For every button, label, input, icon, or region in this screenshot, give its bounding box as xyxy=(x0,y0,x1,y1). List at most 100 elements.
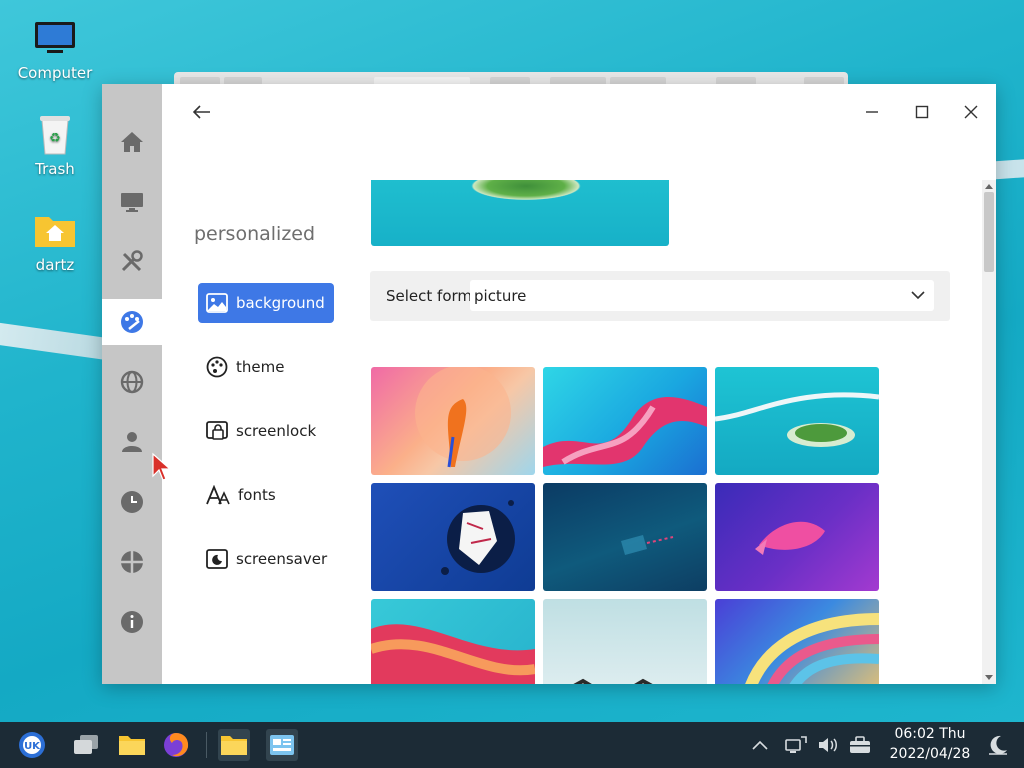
taskbar-open-settings[interactable] xyxy=(266,729,298,761)
volume-icon xyxy=(819,738,837,752)
close-button[interactable] xyxy=(957,98,985,126)
taskbar-firefox[interactable] xyxy=(160,729,192,761)
category-rail xyxy=(102,84,162,684)
firefox-icon xyxy=(164,733,189,757)
taskbar-open-files[interactable] xyxy=(218,729,250,761)
chevron-up-icon xyxy=(752,740,768,750)
rail-item-home[interactable] xyxy=(102,119,162,165)
nav-item-label: theme xyxy=(236,358,285,376)
nav-item-background[interactable]: background xyxy=(198,283,334,323)
settings-app-icon xyxy=(270,735,294,755)
maximize-button[interactable] xyxy=(908,98,936,126)
nav-item-label: background xyxy=(236,294,325,312)
user-icon xyxy=(122,432,142,452)
select-form-label: Select form xyxy=(386,287,473,305)
tray-expand-button[interactable] xyxy=(744,729,776,761)
scroll-down-icon[interactable] xyxy=(985,675,993,680)
scroll-thumb[interactable] xyxy=(984,192,994,272)
clock-date: 2022/04/28 xyxy=(889,746,971,762)
start-menu-button[interactable]: UK xyxy=(16,729,48,761)
taskbar-separator xyxy=(206,732,207,758)
desktop-icon-computer[interactable]: Computer xyxy=(10,12,100,82)
mouse-cursor-icon xyxy=(152,452,172,481)
desktop-icon-trash[interactable]: ♻ Trash xyxy=(10,108,100,178)
rail-item-network[interactable] xyxy=(102,359,162,405)
tray-night-mode-button[interactable] xyxy=(982,729,1014,761)
info-icon xyxy=(121,611,143,633)
back-button[interactable] xyxy=(188,98,216,126)
chevron-down-icon xyxy=(911,291,925,300)
select-form-row: Select form picture xyxy=(370,271,950,321)
minimize-button[interactable] xyxy=(858,98,886,126)
home-icon xyxy=(121,132,143,152)
taskbar-multitask-button[interactable] xyxy=(70,729,102,761)
taskbar-file-manager[interactable] xyxy=(116,729,148,761)
clock-time: 06:02 Thu xyxy=(894,726,966,742)
close-icon xyxy=(964,105,978,119)
maximize-icon xyxy=(915,105,929,119)
launcher-icon: UK xyxy=(19,732,45,758)
nav-item-label: fonts xyxy=(238,486,276,504)
desktop-icon-label: dartz xyxy=(35,256,75,274)
folder-icon xyxy=(119,736,145,755)
globe-icon xyxy=(120,370,144,394)
nav-item-screenlock[interactable]: screenlock xyxy=(198,411,334,451)
display-icon xyxy=(121,193,143,212)
network-status-icon xyxy=(785,736,807,753)
settings-window: personalized background theme screenlock… xyxy=(102,84,996,684)
nav-item-theme[interactable]: theme xyxy=(198,347,334,387)
scroll-up-icon[interactable] xyxy=(985,184,993,189)
wallpaper-thumbnail[interactable] xyxy=(543,367,707,475)
desktop-icon-label: Computer xyxy=(17,64,93,82)
wallpaper-thumbnail[interactable] xyxy=(715,483,879,591)
rail-item-tools[interactable] xyxy=(102,239,162,285)
svg-text:♻: ♻ xyxy=(49,131,61,146)
screenlock-icon xyxy=(206,421,228,440)
nav-item-label: screensaver xyxy=(236,550,328,568)
rail-item-update[interactable] xyxy=(102,539,162,585)
section-title: personalized xyxy=(194,223,316,245)
palette-icon xyxy=(121,311,143,333)
tray-volume-button[interactable] xyxy=(812,729,844,761)
network-icon xyxy=(121,551,143,573)
wallpaper-thumbnail[interactable] xyxy=(715,599,879,684)
tray-briefcase-button[interactable] xyxy=(844,729,876,761)
tray-network-button[interactable] xyxy=(780,729,812,761)
background-settings-panel: Select form picture xyxy=(370,180,982,684)
wallpaper-thumbnail[interactable] xyxy=(371,367,535,475)
nav-item-screensaver[interactable]: screensaver xyxy=(198,539,334,579)
back-arrow-icon xyxy=(193,105,210,119)
svg-text:UK: UK xyxy=(24,741,41,752)
clock-icon xyxy=(121,491,143,513)
content-scrollbar[interactable] xyxy=(982,180,996,684)
nav-item-fonts[interactable]: fonts xyxy=(198,475,334,515)
desktop-icon-home[interactable]: dartz xyxy=(10,204,100,274)
font-icon xyxy=(206,485,230,505)
rail-item-personalization[interactable] xyxy=(102,299,162,345)
rail-item-datetime[interactable] xyxy=(102,479,162,525)
taskbar: UK 06:02 Thu 2022/04/28 xyxy=(0,722,1024,768)
rail-item-display[interactable] xyxy=(102,179,162,225)
wallpaper-thumbnail[interactable] xyxy=(543,599,707,684)
rail-item-about[interactable] xyxy=(102,599,162,645)
moon-icon xyxy=(989,735,1007,755)
screensaver-icon xyxy=(206,549,228,569)
desktop-wallpaper-bridge xyxy=(0,321,111,361)
desktop-wallpaper-bridge xyxy=(993,158,1024,180)
window-switch-icon xyxy=(74,735,98,754)
desktop-icon-label: Trash xyxy=(35,160,75,178)
home-folder-icon xyxy=(10,204,100,256)
wallpaper-thumbnail[interactable] xyxy=(371,599,535,684)
select-form-dropdown[interactable]: picture xyxy=(470,280,934,311)
minimize-icon xyxy=(866,111,878,113)
palette-icon xyxy=(206,356,228,378)
trash-icon: ♻ xyxy=(10,108,100,160)
monitor-icon xyxy=(10,12,100,64)
taskbar-clock[interactable]: 06:02 Thu 2022/04/28 xyxy=(884,724,976,764)
current-wallpaper-preview xyxy=(371,180,669,246)
wallpaper-thumbnail[interactable] xyxy=(543,483,707,591)
tools-icon xyxy=(121,250,143,272)
select-form-value: picture xyxy=(474,287,527,305)
wallpaper-thumbnail[interactable] xyxy=(715,367,879,475)
wallpaper-thumbnail[interactable] xyxy=(371,483,535,591)
